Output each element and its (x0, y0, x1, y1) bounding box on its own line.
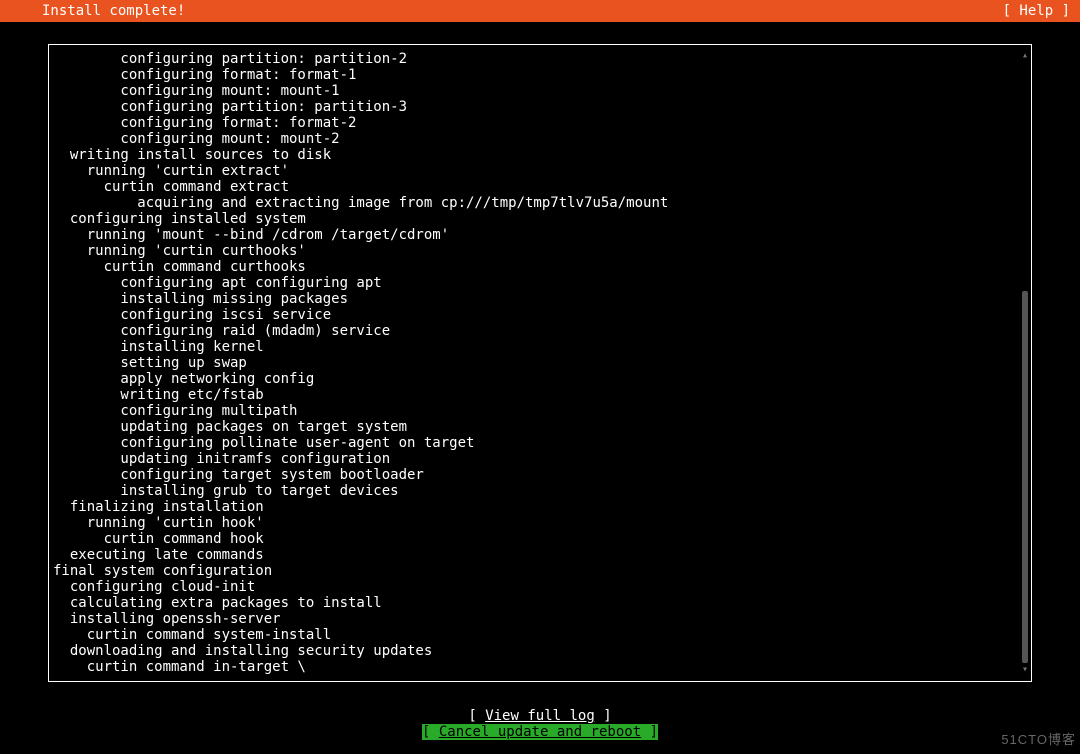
view-full-log-button[interactable]: [ View full log ] (468, 708, 611, 724)
log-panel: configuring partition: partition-2 confi… (48, 44, 1032, 682)
cancel-update-reboot-button[interactable]: [ Cancel update and reboot ] (422, 724, 658, 740)
button-bar: [ View full log ] [ Cancel update and re… (0, 708, 1080, 740)
scroll-thumb[interactable] (1022, 291, 1028, 663)
header-bar: Install complete! [ Help ] (0, 0, 1080, 22)
scroll-track[interactable] (1022, 63, 1028, 663)
log-content: configuring partition: partition-2 confi… (53, 51, 1021, 675)
scroll-down-icon[interactable]: ▾ (1022, 665, 1028, 675)
header-title: Install complete! (10, 3, 185, 19)
scrollbar[interactable]: ▴ ▾ (1022, 51, 1028, 675)
watermark: 51CTO博客 (1001, 732, 1076, 748)
scroll-up-icon[interactable]: ▴ (1022, 51, 1028, 61)
help-button[interactable]: [ Help ] (1003, 3, 1070, 19)
